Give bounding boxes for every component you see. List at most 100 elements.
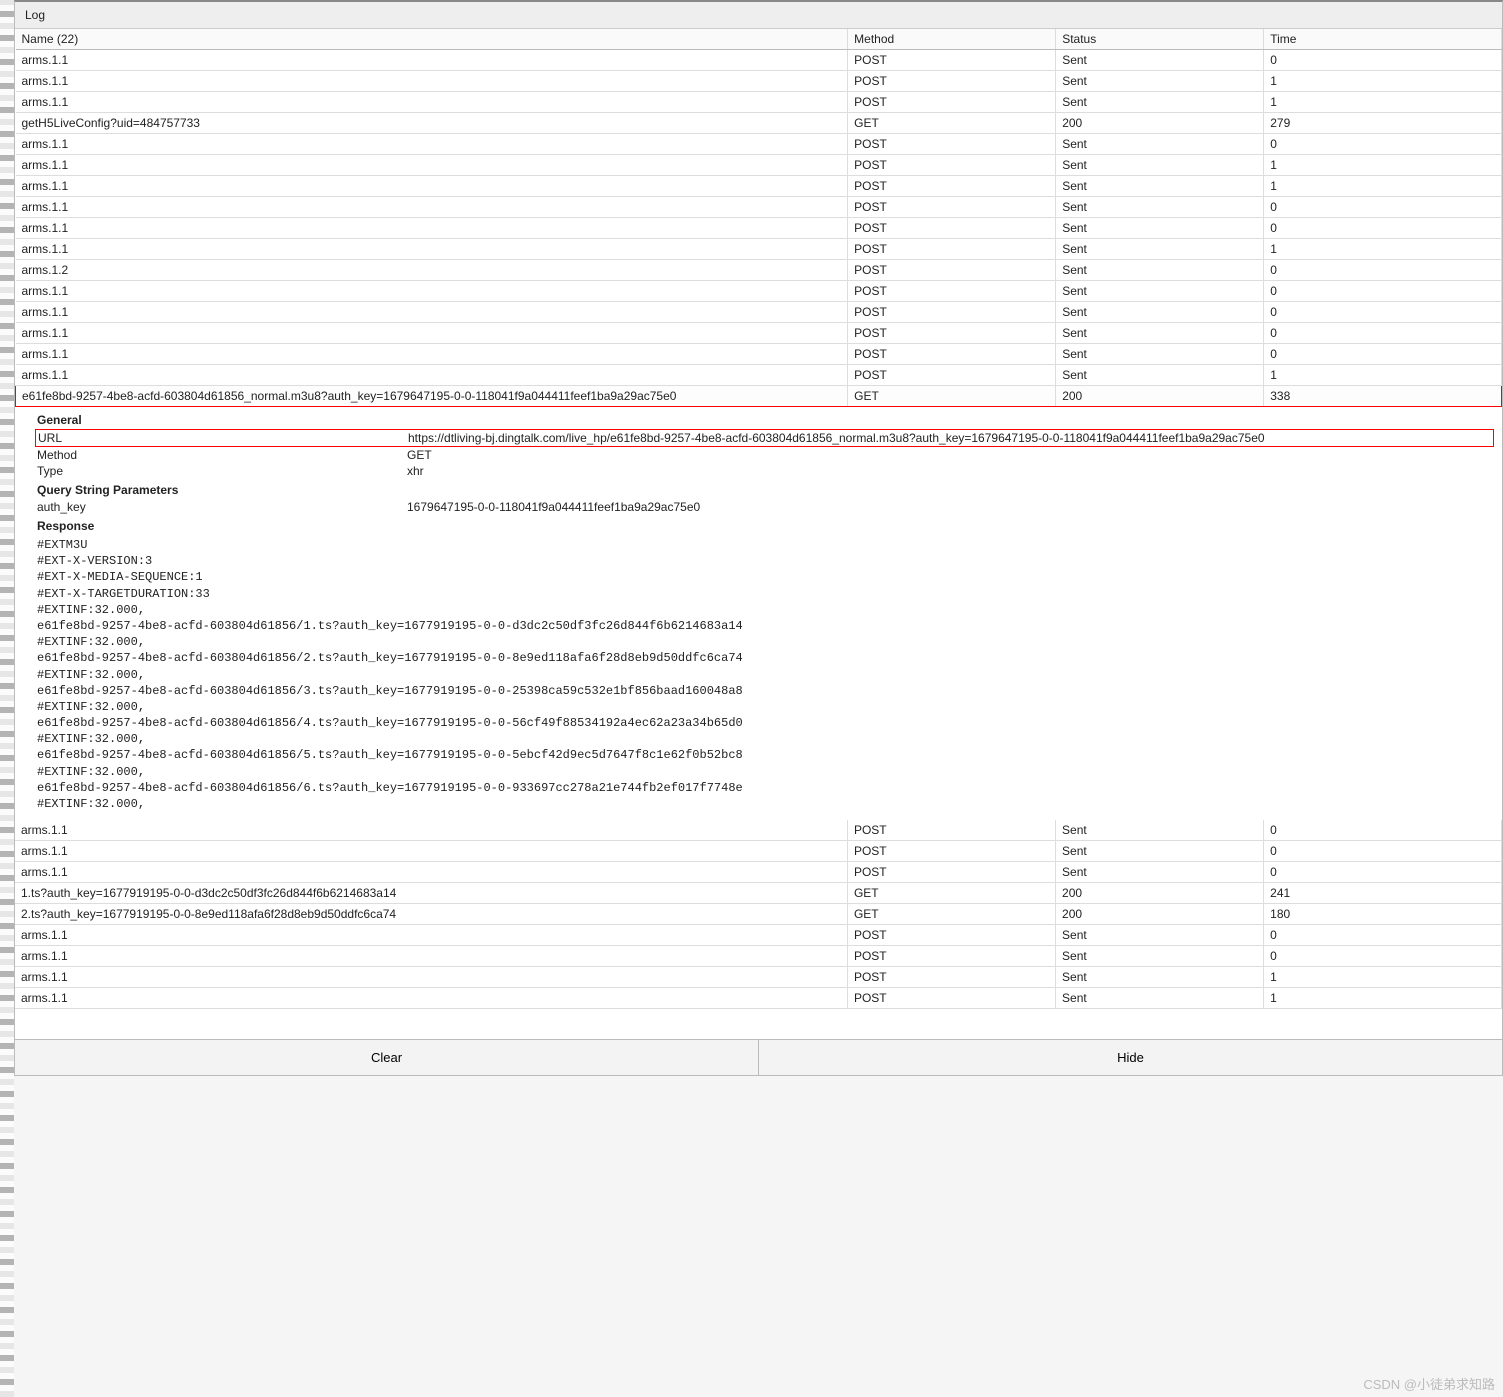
table-header-row: Name (22) Method Status Time <box>16 29 1502 50</box>
cell-method: POST <box>848 239 1056 260</box>
cell-name: arms.1.1 <box>16 155 848 176</box>
cell-name: arms.1.1 <box>15 862 847 883</box>
method-value: GET <box>407 448 1492 462</box>
cell-name: arms.1.1 <box>16 50 848 71</box>
cell-name: arms.1.1 <box>16 71 848 92</box>
cell-time: 0 <box>1264 134 1502 155</box>
col-method[interactable]: Method <box>848 29 1056 50</box>
cell-time: 0 <box>1264 302 1502 323</box>
table-row[interactable]: arms.1.1POSTSent1 <box>16 92 1502 113</box>
cell-name: arms.1.1 <box>16 239 848 260</box>
cell-time: 241 <box>1264 883 1502 904</box>
cell-name: arms.1.1 <box>16 365 848 386</box>
table-row[interactable]: arms.1.1POSTSent0 <box>16 134 1502 155</box>
cell-method: POST <box>847 967 1055 988</box>
cell-name: getH5LiveConfig?uid=484757733 <box>16 113 848 134</box>
response-body[interactable]: #EXTM3U #EXT-X-VERSION:3 #EXT-X-MEDIA-SE… <box>37 535 1492 812</box>
hide-button[interactable]: Hide <box>759 1040 1502 1075</box>
cell-time: 180 <box>1264 904 1502 925</box>
cell-status: 200 <box>1056 883 1264 904</box>
table-row[interactable]: arms.1.1POSTSent1 <box>15 967 1502 988</box>
cell-name: arms.1.1 <box>16 344 848 365</box>
cell-time: 1 <box>1264 92 1502 113</box>
cell-name: arms.1.1 <box>16 302 848 323</box>
table-row-highlighted[interactable]: e61fe8bd-9257-4be8-acfd-603804d61856_nor… <box>16 386 1502 407</box>
cell-status: 200 <box>1056 904 1264 925</box>
left-noise-strip <box>0 0 14 1397</box>
cell-method: POST <box>848 50 1056 71</box>
table-row[interactable]: arms.1.1POSTSent1 <box>16 155 1502 176</box>
cell-time: 1 <box>1264 967 1502 988</box>
cell-method: POST <box>848 155 1056 176</box>
cell-method: POST <box>847 862 1055 883</box>
cell-name: arms.1.1 <box>16 176 848 197</box>
cell-time: 0 <box>1264 841 1502 862</box>
table-row[interactable]: arms.1.1POSTSent0 <box>16 344 1502 365</box>
cell-time: 0 <box>1264 197 1502 218</box>
cell-name: arms.1.1 <box>16 92 848 113</box>
col-status[interactable]: Status <box>1056 29 1264 50</box>
clear-button[interactable]: Clear <box>15 1040 759 1075</box>
table-row[interactable]: arms.1.1POSTSent0 <box>15 841 1502 862</box>
cell-status: Sent <box>1056 946 1264 967</box>
network-table-bottom: arms.1.1POSTSent0arms.1.1POSTSent0arms.1… <box>15 820 1502 1009</box>
cell-status: Sent <box>1056 92 1264 113</box>
cell-name: arms.1.2 <box>16 260 848 281</box>
cell-method: POST <box>848 197 1056 218</box>
cell-name: arms.1.1 <box>15 820 847 841</box>
cell-time: 0 <box>1264 925 1502 946</box>
cell-status: Sent <box>1056 841 1264 862</box>
cell-method: GET <box>847 883 1055 904</box>
cell-time: 0 <box>1264 260 1502 281</box>
table-row[interactable]: arms.1.1POSTSent1 <box>15 988 1502 1009</box>
type-value: xhr <box>407 464 1492 478</box>
cell-status: Sent <box>1056 218 1264 239</box>
table-row[interactable]: arms.1.1POSTSent1 <box>16 239 1502 260</box>
table-row[interactable]: arms.1.1POSTSent0 <box>16 218 1502 239</box>
cell-method: GET <box>848 386 1056 407</box>
cell-method: POST <box>848 302 1056 323</box>
table-row[interactable]: arms.1.1POSTSent0 <box>15 925 1502 946</box>
cell-name: arms.1.1 <box>15 841 847 862</box>
cell-status: Sent <box>1056 862 1264 883</box>
cell-method: POST <box>847 988 1055 1009</box>
cell-time: 1 <box>1264 239 1502 260</box>
cell-status: 200 <box>1056 113 1264 134</box>
table-row[interactable]: arms.1.1POSTSent1 <box>16 71 1502 92</box>
qsp-heading: Query String Parameters <box>37 483 1492 497</box>
table-row[interactable]: arms.1.1POSTSent0 <box>16 281 1502 302</box>
cell-name: arms.1.1 <box>16 281 848 302</box>
cell-name: arms.1.1 <box>15 925 847 946</box>
table-row[interactable]: getH5LiveConfig?uid=484757733GET200279 <box>16 113 1502 134</box>
url-label: URL <box>38 431 408 445</box>
table-row[interactable]: 2.ts?auth_key=1677919195-0-0-8e9ed118afa… <box>15 904 1502 925</box>
table-row[interactable]: arms.1.1POSTSent1 <box>16 176 1502 197</box>
table-row[interactable]: arms.1.1POSTSent0 <box>16 323 1502 344</box>
url-value[interactable]: https://dtliving-bj.dingtalk.com/live_hp… <box>408 431 1491 445</box>
cell-method: POST <box>848 71 1056 92</box>
cell-status: Sent <box>1056 925 1264 946</box>
auth-key-value: 1679647195-0-0-118041f9a044411feef1ba9a2… <box>407 500 1492 514</box>
cell-name: arms.1.1 <box>16 134 848 155</box>
table-row[interactable]: arms.1.2POSTSent0 <box>16 260 1502 281</box>
cell-name: arms.1.1 <box>16 323 848 344</box>
cell-method: POST <box>847 841 1055 862</box>
table-row[interactable]: 1.ts?auth_key=1677919195-0-0-d3dc2c50df3… <box>15 883 1502 904</box>
cell-time: 0 <box>1264 820 1502 841</box>
cell-status: Sent <box>1056 344 1264 365</box>
table-row[interactable]: arms.1.1POSTSent1 <box>16 365 1502 386</box>
col-name[interactable]: Name (22) <box>16 29 848 50</box>
col-time[interactable]: Time <box>1264 29 1502 50</box>
table-row[interactable]: arms.1.1POSTSent0 <box>15 820 1502 841</box>
table-row[interactable]: arms.1.1POSTSent0 <box>15 862 1502 883</box>
table-row[interactable]: arms.1.1POSTSent0 <box>16 302 1502 323</box>
watermark: CSDN @小徒弟求知路 <box>1363 1374 1495 1393</box>
table-row[interactable]: arms.1.1POSTSent0 <box>16 50 1502 71</box>
table-row[interactable]: arms.1.1POSTSent0 <box>16 197 1502 218</box>
cell-name: e61fe8bd-9257-4be8-acfd-603804d61856_nor… <box>16 386 848 407</box>
cell-status: Sent <box>1056 260 1264 281</box>
cell-method: POST <box>848 134 1056 155</box>
cell-name: arms.1.1 <box>15 967 847 988</box>
table-row[interactable]: arms.1.1POSTSent0 <box>15 946 1502 967</box>
cell-name: 1.ts?auth_key=1677919195-0-0-d3dc2c50df3… <box>15 883 847 904</box>
